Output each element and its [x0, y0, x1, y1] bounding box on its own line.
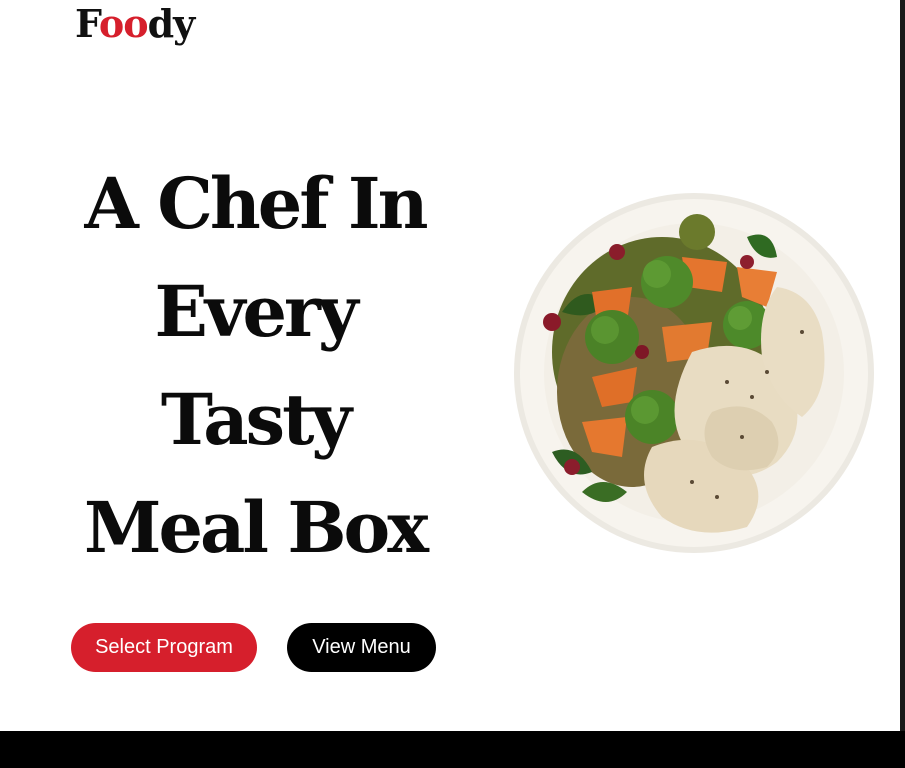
- footer-bar: [0, 731, 905, 768]
- hero-title-line-3: Tasty: [160, 378, 352, 461]
- logo-letter-f: F: [75, 1, 100, 46]
- brand-logo[interactable]: Foody: [75, 1, 196, 46]
- logo-accent-letters: oo: [98, 1, 149, 46]
- view-menu-button[interactable]: View Menu: [287, 623, 436, 672]
- meal-plate-image: [512, 192, 876, 554]
- hero-title-line-4: Meal Box: [84, 486, 429, 569]
- window-edge: [900, 0, 905, 768]
- landing-page: Foody A Chef In Every Tasty Meal Box Sel…: [0, 0, 905, 768]
- hero-title-line-2: Every: [154, 270, 358, 353]
- hero-title: A Chef In Every Tasty Meal Box: [40, 150, 470, 582]
- select-program-button[interactable]: Select Program: [71, 623, 257, 672]
- logo-letters-dy: dy: [147, 1, 196, 46]
- meal-plate-icon: [514, 193, 874, 553]
- hero-title-line-1: A Chef In: [84, 162, 429, 245]
